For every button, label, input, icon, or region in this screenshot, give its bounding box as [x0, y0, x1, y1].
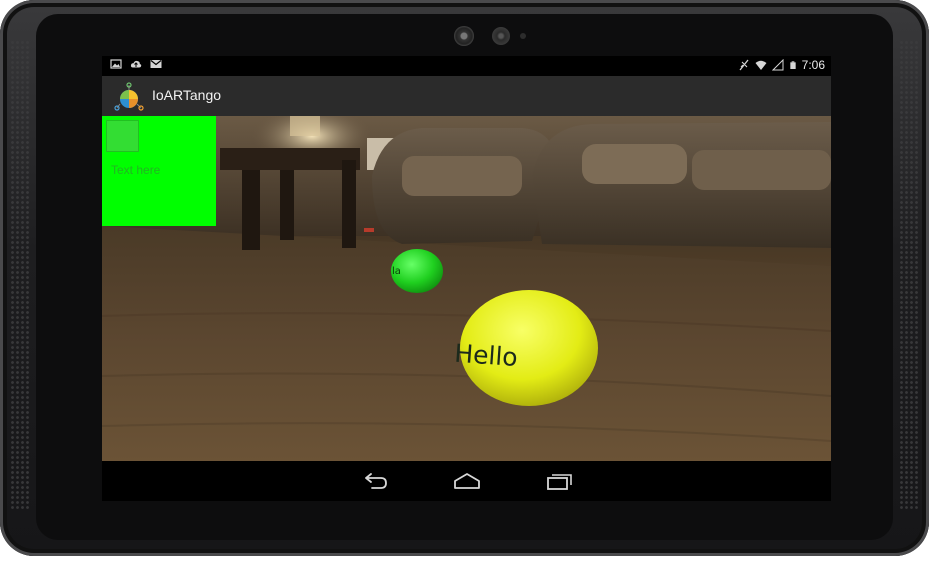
overlay-text[interactable]: Text here [111, 163, 160, 177]
ar-sphere-green[interactable]: la [391, 249, 443, 293]
tablet-frame: 7:06 IoARTango la Hello Text here [0, 0, 929, 556]
recent-apps-icon[interactable] [545, 469, 575, 493]
app-logo-icon[interactable] [114, 82, 144, 112]
battery-icon [789, 61, 796, 69]
yellow-sphere-label: Hello [453, 339, 518, 372]
wifi-icon [755, 60, 767, 70]
front-camera-icon [454, 26, 474, 46]
overlay-image-placeholder[interactable] [106, 120, 139, 152]
right-speaker-grille [899, 40, 919, 510]
ar-camera-view[interactable]: la Hello Text here [102, 116, 831, 461]
notification-icons [110, 58, 162, 70]
gmail-icon [150, 60, 162, 68]
green-sphere-label: la [392, 266, 401, 277]
back-icon[interactable] [360, 469, 390, 493]
cell-signal-icon [771, 59, 784, 71]
app-title: IoARTango [152, 87, 222, 103]
action-bar: IoARTango [102, 76, 831, 116]
left-speaker-grille [10, 40, 30, 510]
status-time: 7:06 [801, 58, 825, 72]
navigation-bar [102, 461, 831, 501]
status-bar: 7:06 [102, 56, 831, 76]
system-status-icons: 7:06 [738, 58, 825, 72]
light-sensor-icon [520, 33, 526, 39]
no-signal-icon [739, 59, 749, 71]
overlay-panel: Text here [102, 116, 216, 226]
cloud-upload-icon [130, 60, 142, 68]
depth-sensor-icon [492, 27, 510, 45]
image-icon [110, 59, 122, 69]
device-screen: 7:06 IoARTango la Hello Text here [102, 56, 831, 501]
home-icon[interactable] [452, 469, 482, 493]
